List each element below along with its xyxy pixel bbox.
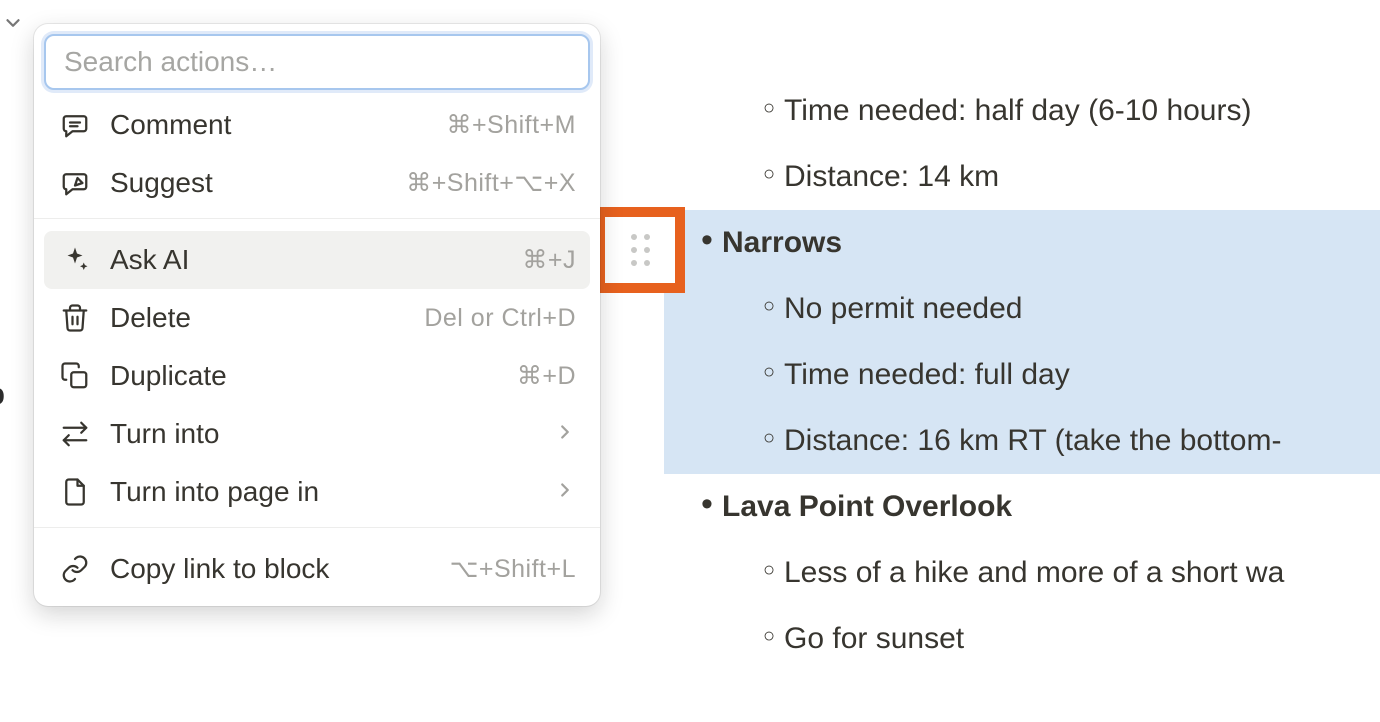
list-item[interactable]: ○ Go for sunset	[664, 606, 1380, 672]
list-item-heading: Lava Point Overlook	[722, 486, 1012, 528]
background-text: mb	[0, 378, 5, 412]
suggest-menu-item[interactable]: Suggest ⌘+Shift+⌥+X	[44, 154, 590, 212]
bullet-icon: •	[692, 486, 722, 522]
menu-item-shortcut: ⌘+Shift+⌥+X	[406, 168, 576, 198]
bullet-icon: ○	[754, 90, 784, 126]
menu-item-shortcut: ⌘+D	[517, 361, 576, 391]
menu-item-label: Suggest	[110, 167, 406, 199]
list-item-text: Less of a hike and more of a short wa	[784, 552, 1284, 594]
list-item[interactable]: ○ Time needed: full day	[664, 342, 1380, 408]
turn-into-menu-item[interactable]: Turn into	[44, 405, 590, 463]
chevron-right-icon	[554, 421, 576, 448]
menu-item-shortcut: Del or Ctrl+D	[424, 304, 576, 333]
menu-item-shortcut: ⌘+J	[522, 245, 576, 275]
menu-item-shortcut: ⌘+Shift+M	[446, 110, 576, 140]
bullet-icon: ○	[754, 618, 784, 654]
list-item-text: Time needed: full day	[784, 354, 1070, 396]
drag-handle-icon[interactable]	[631, 234, 650, 266]
transform-icon	[58, 417, 92, 451]
block-actions-menu: Comment ⌘+Shift+M Suggest ⌘+Shift+⌥+X As…	[34, 24, 600, 606]
copy-link-menu-item[interactable]: Copy link to block ⌥+Shift+L	[44, 540, 590, 598]
duplicate-icon	[58, 359, 92, 393]
list-item[interactable]: ○ Less of a hike and more of a short wa	[664, 540, 1380, 606]
list-item-text: Distance: 14 km	[784, 156, 999, 198]
list-item-text: Time needed: half day (6-10 hours)	[784, 90, 1251, 132]
menu-item-label: Turn into page in	[110, 476, 554, 508]
bullet-icon: ○	[754, 354, 784, 390]
menu-item-label: Copy link to block	[110, 553, 450, 585]
menu-item-label: Duplicate	[110, 360, 517, 392]
turn-into-page-menu-item[interactable]: Turn into page in	[44, 463, 590, 521]
bullet-icon: ○	[754, 552, 784, 588]
list-item[interactable]: ○ Distance: 14 km	[664, 144, 1380, 210]
suggest-icon	[58, 166, 92, 200]
list-item-heading: Narrows	[722, 222, 842, 264]
delete-menu-item[interactable]: Delete Del or Ctrl+D	[44, 289, 590, 347]
list-item[interactable]: ○ Time needed: half day (6-10 hours)	[664, 78, 1380, 144]
comment-icon	[58, 108, 92, 142]
bullet-icon: ○	[754, 156, 784, 192]
list-item-text: Go for sunset	[784, 618, 964, 660]
menu-item-label: Comment	[110, 109, 446, 141]
ask-ai-menu-item[interactable]: Ask AI ⌘+J	[44, 231, 590, 289]
list-item[interactable]: • Lava Point Overlook	[664, 474, 1380, 540]
chevron-right-icon	[554, 479, 576, 506]
list-item-text: Distance: 16 km RT (take the bottom-	[784, 420, 1281, 462]
bullet-icon: ○	[754, 420, 784, 456]
list-item-text: No permit needed	[784, 288, 1022, 330]
list-item[interactable]: • Narrows	[664, 210, 1380, 276]
collapse-chevron-icon[interactable]	[2, 12, 24, 39]
menu-item-label: Turn into	[110, 418, 554, 450]
sparkle-icon	[58, 243, 92, 277]
menu-divider	[34, 527, 600, 528]
duplicate-menu-item[interactable]: Duplicate ⌘+D	[44, 347, 590, 405]
menu-item-shortcut: ⌥+Shift+L	[450, 554, 576, 584]
bullet-icon: ○	[754, 288, 784, 324]
menu-divider	[34, 218, 600, 219]
link-icon	[58, 552, 92, 586]
search-input[interactable]	[44, 34, 590, 90]
document-content: ○ Time needed: half day (6-10 hours) ○ D…	[664, 78, 1380, 672]
comment-menu-item[interactable]: Comment ⌘+Shift+M	[44, 96, 590, 154]
menu-item-label: Ask AI	[110, 244, 522, 276]
page-icon	[58, 475, 92, 509]
list-item[interactable]: ○ Distance: 16 km RT (take the bottom-	[664, 408, 1380, 474]
menu-item-label: Delete	[110, 302, 424, 334]
drag-handle-highlight	[595, 207, 685, 293]
list-item[interactable]: ○ No permit needed	[664, 276, 1380, 342]
bullet-icon: •	[692, 222, 722, 258]
trash-icon	[58, 301, 92, 335]
